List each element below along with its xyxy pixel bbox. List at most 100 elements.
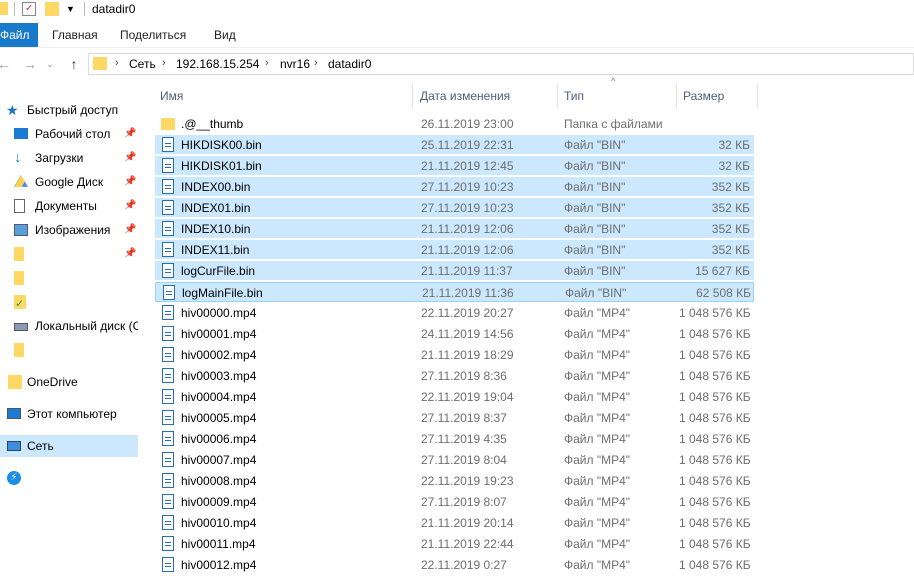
- file-row[interactable]: hiv00012.mp4 22.11.2019 0:27 Файл "MP4" 1 0…: [155, 555, 754, 575]
- forward-arrow-icon[interactable]: →: [20, 54, 40, 74]
- file-row[interactable]: HIKDISK00.bin 25.11.2019 22:31 Файл "BIN" 3…: [155, 135, 754, 155]
- column-header-size[interactable]: Размер: [678, 84, 758, 108]
- breadcrumb-folder[interactable]: datadir0: [328, 57, 371, 71]
- file-size: 1 048 576 КБ: [679, 369, 751, 383]
- chevron-right-icon[interactable]: ›: [265, 57, 269, 69]
- tab-file[interactable]: Файл: [0, 23, 38, 47]
- pin-icon[interactable]: 📌: [124, 195, 136, 217]
- sidebar-item-label: Документы: [35, 199, 97, 213]
- file-name: INDEX01.bin: [181, 201, 251, 215]
- file-name: hiv00003.mp4: [181, 369, 257, 383]
- file-icon: [162, 305, 174, 320]
- sidebar-item-folder[interactable]: 📌: [0, 243, 138, 265]
- sidebar-item-this-pc[interactable]: Этот компьютер: [0, 403, 138, 425]
- folder-icon[interactable]: [0, 2, 8, 15]
- file-row[interactable]: logMainFile.bin 21.11.2019 11:36 Файл "BIN…: [155, 282, 754, 302]
- pin-icon[interactable]: 📌: [124, 243, 136, 265]
- file-size: 1 048 576 КБ: [679, 348, 751, 362]
- file-row[interactable]: INDEX00.bin 27.11.2019 10:23 Файл "BIN" 352…: [155, 177, 754, 197]
- sidebar-item-quick-access[interactable]: ★ Быстрый доступ: [0, 99, 138, 121]
- file-row[interactable]: hiv00001.mp4 24.11.2019 14:56 Файл "MP4" 1 …: [155, 324, 754, 344]
- file-row[interactable]: HIKDISK01.bin 21.11.2019 12:45 Файл "BIN" 3…: [155, 156, 754, 176]
- file-type: Файл "MP4": [564, 369, 631, 383]
- recent-chevron-icon[interactable]: ⌄: [40, 54, 60, 74]
- address-bar[interactable]: › Сеть › 192.168.15.254 › nvr16 › datadi…: [88, 53, 914, 75]
- file-icon: [162, 221, 174, 236]
- ribbon-tabs: Файл Главная Поделиться Вид: [0, 23, 914, 48]
- drive-icon: [14, 323, 28, 331]
- file-row[interactable]: INDEX10.bin 21.11.2019 12:06 Файл "BIN" 352…: [155, 219, 754, 239]
- customize-toolbar-icon[interactable]: ▼: [66, 2, 76, 16]
- file-icon: [162, 347, 174, 362]
- file-row[interactable]: hiv00006.mp4 27.11.2019 4:35 Файл "MP4" 1 0…: [155, 429, 754, 449]
- file-row[interactable]: hiv00002.mp4 21.11.2019 18:29 Файл "MP4" 1 …: [155, 345, 754, 365]
- chevron-right-icon[interactable]: ›: [314, 57, 318, 69]
- tab-view[interactable]: Вид: [214, 23, 236, 47]
- up-arrow-icon[interactable]: ↑: [64, 54, 84, 74]
- breadcrumb-host[interactable]: 192.168.15.254: [176, 57, 259, 71]
- file-name: INDEX00.bin: [181, 180, 251, 194]
- pin-icon[interactable]: 📌: [124, 123, 136, 145]
- sidebar-item-app[interactable]: ⚡: [0, 467, 138, 489]
- file-row[interactable]: hiv00005.mp4 27.11.2019 8:37 Файл "MP4" 1 0…: [155, 408, 754, 428]
- file-row[interactable]: INDEX11.bin 21.11.2019 12:06 Файл "BIN" 352…: [155, 240, 754, 260]
- computer-icon: [7, 408, 21, 419]
- network-icon: [7, 441, 21, 451]
- column-header-type[interactable]: Тип: [559, 84, 677, 108]
- sidebar-item-documents[interactable]: Документы 📌: [0, 195, 138, 217]
- sidebar-item-onedrive[interactable]: OneDrive: [0, 371, 138, 393]
- tab-share[interactable]: Поделиться: [120, 23, 186, 47]
- file-row[interactable]: hiv00003.mp4 27.11.2019 8:36 Файл "MP4" 1 0…: [155, 366, 754, 386]
- file-icon: [162, 200, 174, 215]
- file-icon: [162, 242, 174, 257]
- file-name: hiv00009.mp4: [181, 495, 257, 509]
- tab-home[interactable]: Главная: [52, 23, 98, 47]
- breadcrumb-network[interactable]: Сеть: [129, 57, 156, 71]
- file-row[interactable]: hiv00000.mp4 22.11.2019 20:27 Файл "MP4" 1 …: [155, 303, 754, 323]
- file-row[interactable]: hiv00007.mp4 27.11.2019 8:04 Файл "MP4" 1 0…: [155, 450, 754, 470]
- file-icon: [162, 326, 174, 341]
- file-row[interactable]: hiv00010.mp4 21.11.2019 20:14 Файл "MP4" 1 …: [155, 513, 754, 533]
- file-icon: [162, 263, 174, 278]
- sidebar-item-folder[interactable]: ✓: [0, 291, 138, 313]
- sidebar-item-pictures[interactable]: Изображения 📌: [0, 219, 138, 241]
- file-row[interactable]: INDEX01.bin 27.11.2019 10:23 Файл "BIN" 352…: [155, 198, 754, 218]
- back-arrow-icon[interactable]: ←: [0, 54, 14, 74]
- column-header-date[interactable]: Дата изменения: [415, 84, 558, 108]
- file-name: .@__thumb: [181, 117, 244, 131]
- file-row[interactable]: logCurFile.bin 21.11.2019 11:37 Файл "BIN"…: [155, 261, 754, 281]
- file-row[interactable]: hiv00011.mp4 21.11.2019 22:44 Файл "MP4" 1 …: [155, 534, 754, 554]
- file-row[interactable]: hiv00004.mp4 22.11.2019 19:04 Файл "MP4" 1 …: [155, 387, 754, 407]
- folder-icon: [14, 343, 24, 357]
- file-name: logMainFile.bin: [182, 286, 263, 300]
- new-folder-icon[interactable]: [45, 2, 59, 16]
- pin-icon[interactable]: 📌: [124, 171, 136, 193]
- chevron-right-icon[interactable]: ›: [162, 57, 166, 69]
- file-date: 27.11.2019 10:23: [421, 201, 514, 215]
- file-size: 352 КБ: [711, 243, 750, 257]
- sidebar-item-network[interactable]: Сеть: [0, 435, 138, 457]
- properties-icon[interactable]: ✓: [22, 2, 36, 16]
- sidebar-item-local-disk[interactable]: Локальный диск (C: [0, 315, 138, 337]
- file-name: hiv00006.mp4: [181, 432, 257, 446]
- sidebar-item-google-drive[interactable]: Google Диск 📌: [0, 171, 138, 193]
- sidebar-item-desktop[interactable]: Рабочий стол 📌: [0, 123, 138, 145]
- sidebar-item-folder[interactable]: [0, 339, 138, 361]
- pin-icon[interactable]: 📌: [124, 147, 136, 169]
- sidebar-item-folder[interactable]: [0, 267, 138, 289]
- file-row[interactable]: .@__thumb 26.11.2019 23:00 Папка с файлами: [155, 114, 754, 134]
- file-type: Файл "BIN": [564, 222, 626, 236]
- file-row[interactable]: hiv00009.mp4 27.11.2019 8:07 Файл "MP4" 1 0…: [155, 492, 754, 512]
- file-size: 15 627 КБ: [695, 264, 750, 278]
- file-type: Файл "BIN": [565, 286, 627, 300]
- pin-icon[interactable]: 📌: [124, 219, 136, 241]
- separator: [84, 2, 85, 16]
- column-header-name[interactable]: Имя: [155, 84, 413, 108]
- file-icon: [162, 431, 174, 446]
- sidebar-item-downloads[interactable]: ↓ Загрузки 📌: [0, 147, 138, 169]
- file-name: HIKDISK01.bin: [181, 159, 262, 173]
- breadcrumb-share[interactable]: nvr16: [280, 57, 310, 71]
- file-name: logCurFile.bin: [181, 264, 256, 278]
- file-row[interactable]: hiv00008.mp4 22.11.2019 19:23 Файл "MP4" 1 …: [155, 471, 754, 491]
- chevron-right-icon[interactable]: ›: [115, 57, 119, 69]
